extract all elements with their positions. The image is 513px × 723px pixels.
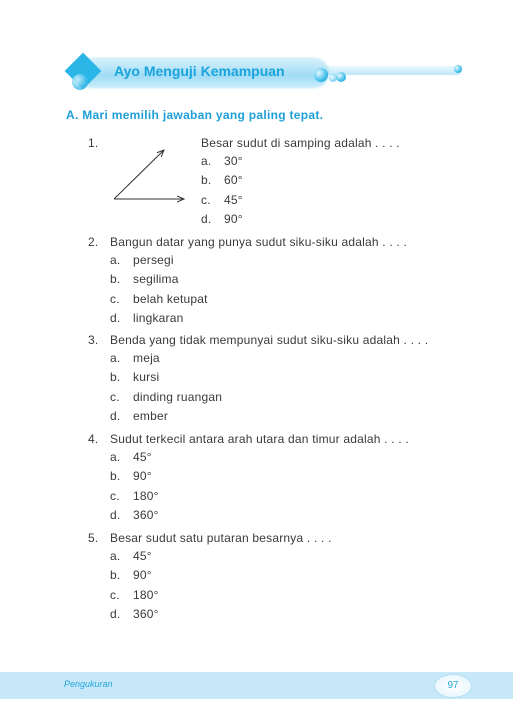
option-text: dinding ruangan	[133, 389, 223, 404]
question-number: 5.	[88, 531, 99, 545]
question-text: Benda yang tidak mempunyai sudut siku-si…	[110, 333, 429, 347]
question-text: Sudut terkecil antara arah utara dan tim…	[110, 432, 409, 446]
option-letter: d.	[110, 408, 121, 423]
option-letter: a.	[110, 450, 121, 464]
option-text: 180°	[133, 587, 159, 602]
option-letter: a.	[110, 549, 121, 563]
option-text: ember	[133, 408, 169, 423]
footer-chapter: Pengukuran	[64, 679, 113, 689]
option-text: 90°	[224, 211, 243, 226]
option-letter: a.	[201, 154, 212, 168]
option-text: 45°	[133, 549, 152, 563]
bubble-icon	[454, 65, 462, 73]
option-letter: b.	[110, 568, 121, 583]
option-letter: b.	[110, 469, 121, 484]
option-text: 360°	[133, 606, 159, 621]
question-text: Besar sudut di samping adalah . . . .	[201, 136, 400, 150]
option-letter: c.	[110, 291, 120, 306]
option-letter: c.	[110, 587, 120, 602]
option-text: persegi	[133, 253, 174, 267]
bubble-icon	[72, 74, 88, 90]
option-text: belah ketupat	[133, 291, 208, 306]
option-letter: c.	[110, 389, 120, 404]
option-letter: c.	[201, 192, 211, 207]
option-text: 90°	[133, 469, 152, 484]
question-number: 4.	[88, 432, 99, 446]
option-letter: b.	[201, 173, 212, 188]
option-text: 60°	[224, 173, 243, 188]
option-letter: b.	[110, 370, 121, 385]
option-letter: c.	[110, 488, 120, 503]
option-letter: d.	[201, 211, 212, 226]
angle-figure	[113, 145, 190, 205]
bubble-icon	[336, 72, 346, 82]
page-number: 97	[434, 674, 472, 698]
option-letter: b.	[110, 272, 121, 287]
option-letter: a.	[110, 351, 121, 365]
option-text: 360°	[133, 507, 159, 522]
banner-title: Ayo Menguji Kemampuan	[114, 63, 285, 79]
option-text: 45°	[133, 450, 152, 464]
section-heading: A. Mari memilih jawaban yang paling tepa…	[66, 108, 324, 122]
question-text: Bangun datar yang punya sudut siku-siku …	[110, 235, 407, 249]
option-text: meja	[133, 351, 160, 365]
question-number: 3.	[88, 333, 99, 347]
question-number: 1.	[88, 136, 99, 150]
option-letter: d.	[110, 606, 121, 621]
bubble-icon	[314, 68, 328, 82]
option-letter: a.	[110, 253, 121, 267]
option-text: kursi	[133, 370, 160, 385]
option-text: 45°	[224, 192, 243, 207]
option-letter: d.	[110, 507, 121, 522]
option-text: lingkaran	[133, 310, 184, 325]
option-text: 90°	[133, 568, 152, 583]
question-number: 2.	[88, 235, 99, 249]
question-text: Besar sudut satu putaran besarnya . . . …	[110, 531, 332, 545]
option-text: segilima	[133, 272, 179, 287]
option-letter: d.	[110, 310, 121, 325]
option-text: 180°	[133, 488, 159, 503]
option-text: 30°	[224, 154, 243, 168]
section-banner: Ayo Menguji Kemampuan	[64, 52, 466, 96]
